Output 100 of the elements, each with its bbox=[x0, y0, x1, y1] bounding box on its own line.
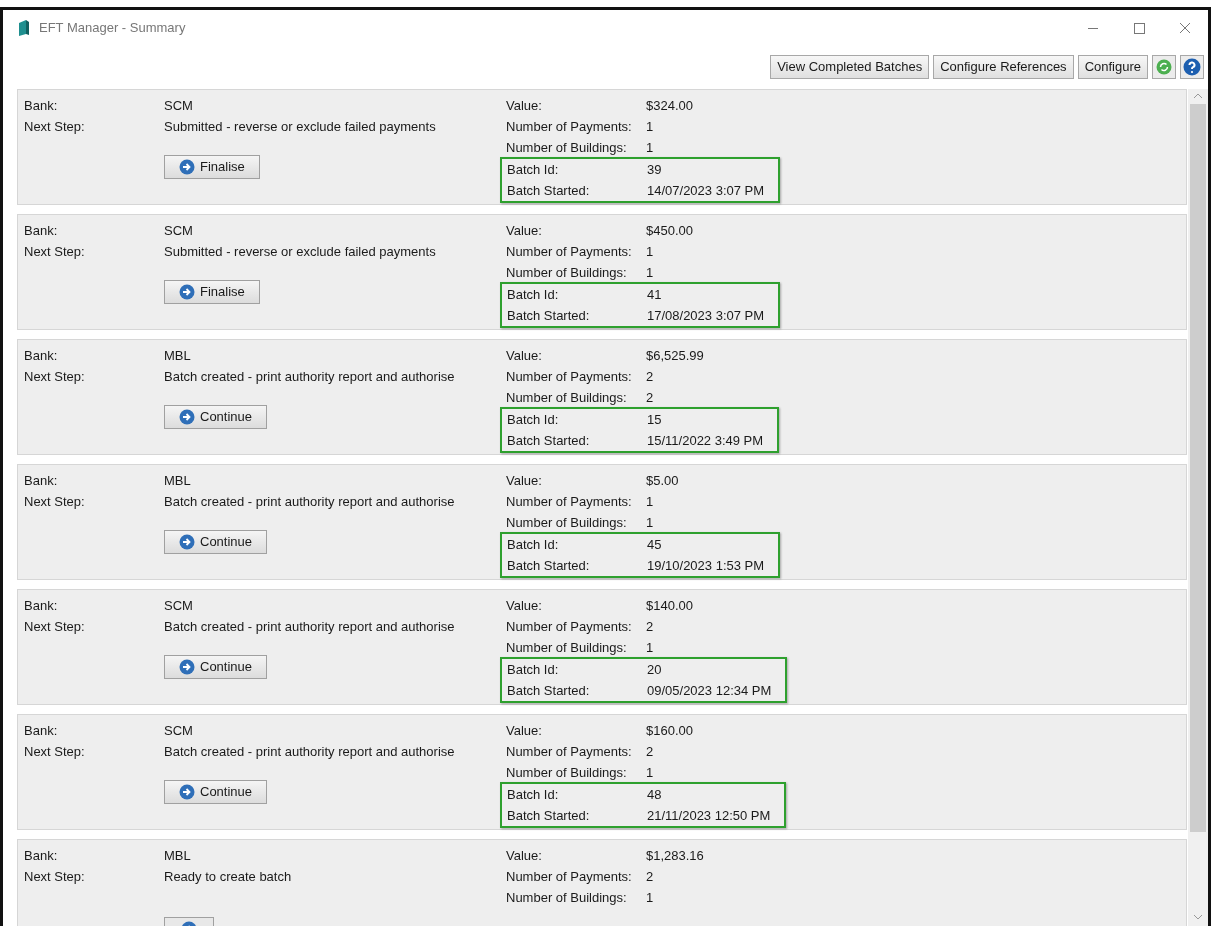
field-value: $450.00 bbox=[646, 221, 693, 240]
field-label: Number of Buildings: bbox=[506, 388, 628, 407]
field-label: Batch Id: bbox=[507, 410, 560, 429]
help-icon bbox=[1183, 57, 1201, 76]
refresh-button[interactable] bbox=[1152, 54, 1176, 79]
field-label: Next Step: bbox=[24, 617, 86, 636]
field-label: Value: bbox=[506, 471, 543, 490]
field-label: Batch Started: bbox=[507, 181, 591, 200]
scroll-up-icon[interactable] bbox=[1193, 91, 1203, 101]
field-label: Value: bbox=[506, 596, 543, 615]
field-label: Bank: bbox=[24, 721, 59, 740]
field-value: 2 bbox=[646, 617, 654, 636]
toolbar-button[interactable]: Configure References bbox=[933, 54, 1074, 79]
field-value: $6,525.99 bbox=[646, 346, 704, 365]
field-value: $1,283.16 bbox=[646, 846, 704, 865]
field-value: 41 bbox=[647, 285, 662, 304]
field-label: Batch Started: bbox=[507, 431, 591, 450]
field-value: $140.00 bbox=[646, 596, 693, 615]
field-label: Value: bbox=[506, 346, 543, 365]
field-value: SCM bbox=[164, 721, 193, 740]
field-label: Number of Payments: bbox=[506, 367, 633, 386]
action-button[interactable]: Continue bbox=[164, 405, 268, 429]
field-value: MBL bbox=[164, 846, 191, 865]
field-value: 1 bbox=[646, 263, 654, 282]
window-title: EFT Manager - Summary bbox=[39, 19, 186, 38]
field-value: Batch created - print authority report and authorise bbox=[164, 367, 455, 386]
field-value: SCM bbox=[164, 96, 193, 115]
field-label: Number of Buildings: bbox=[506, 138, 628, 157]
field-label: Next Step: bbox=[24, 242, 86, 261]
field-value: 1 bbox=[646, 492, 654, 511]
field-label: Number of Buildings: bbox=[506, 513, 628, 532]
field-label: Number of Buildings: bbox=[506, 638, 628, 657]
field-value: $324.00 bbox=[646, 96, 693, 115]
field-label: Number of Buildings: bbox=[506, 263, 628, 282]
help-button[interactable] bbox=[1180, 54, 1204, 79]
scroll-down-icon[interactable] bbox=[1193, 912, 1203, 922]
field-value: Submitted - reverse or exclude failed payments bbox=[164, 242, 436, 261]
field-label: Next Step: bbox=[24, 492, 86, 511]
field-value: Ready to create batch bbox=[164, 867, 292, 886]
field-label: Value: bbox=[506, 721, 543, 740]
field-value: 2 bbox=[646, 367, 654, 386]
scroll-thumb[interactable] bbox=[1190, 104, 1206, 832]
field-value: 09/05/2023 12:34 PM bbox=[647, 681, 772, 700]
field-value: 2 bbox=[646, 867, 654, 886]
action-button[interactable]: Finalise bbox=[164, 280, 260, 304]
field-label: Batch Id: bbox=[507, 660, 560, 679]
field-value: 1 bbox=[646, 513, 654, 532]
field-label: Value: bbox=[506, 846, 543, 865]
field-value: 14/07/2023 3:07 PM bbox=[647, 181, 765, 200]
field-value: 19/10/2023 1:53 PM bbox=[647, 556, 765, 575]
refresh-icon bbox=[1156, 58, 1172, 75]
action-button[interactable]: Continue bbox=[164, 655, 268, 679]
toolbar-button[interactable]: View Completed Batches bbox=[770, 54, 930, 79]
field-value: 45 bbox=[647, 535, 662, 554]
field-label: Bank: bbox=[24, 846, 59, 865]
field-value: 1 bbox=[646, 638, 654, 657]
toolbar-button[interactable]: Configure bbox=[1077, 54, 1148, 79]
field-label: Number of Payments: bbox=[506, 742, 633, 761]
field-value: $160.00 bbox=[646, 721, 693, 740]
action-button[interactable]: Finalise bbox=[164, 155, 260, 179]
field-label: Value: bbox=[506, 221, 543, 240]
field-value: Batch created - print authority report and authorise bbox=[164, 492, 455, 511]
field-value: 2 bbox=[646, 388, 654, 407]
field-label: Batch Started: bbox=[507, 556, 591, 575]
field-label: Bank: bbox=[24, 471, 59, 490]
field-value: SCM bbox=[164, 596, 193, 615]
field-value: 48 bbox=[647, 785, 662, 804]
field-value: SCM bbox=[164, 221, 193, 240]
field-label: Next Step: bbox=[24, 867, 86, 886]
field-label: Next Step: bbox=[24, 742, 86, 761]
scrollbar[interactable] bbox=[1188, 89, 1208, 926]
field-label: Value: bbox=[506, 96, 543, 115]
field-label: Number of Payments: bbox=[506, 867, 633, 886]
field-label: Batch Id: bbox=[507, 285, 560, 304]
field-label: Batch Id: bbox=[507, 785, 560, 804]
field-label: Number of Payments: bbox=[506, 117, 633, 136]
field-value: $5.00 bbox=[646, 471, 679, 490]
field-label: Batch Id: bbox=[507, 160, 560, 179]
field-label: Next Step: bbox=[24, 367, 86, 386]
field-value: 1 bbox=[646, 242, 654, 261]
field-label: Number of Payments: bbox=[506, 617, 633, 636]
action-button[interactable]: Continue bbox=[164, 780, 268, 804]
field-label: Batch Id: bbox=[507, 535, 560, 554]
field-label: Number of Buildings: bbox=[506, 763, 628, 782]
field-value: Submitted - reverse or exclude failed payments bbox=[164, 117, 436, 136]
field-value: Batch created - print authority report and authorise bbox=[164, 617, 455, 636]
action-button[interactable]: Continue bbox=[164, 530, 268, 554]
field-value: 17/08/2023 3:07 PM bbox=[647, 306, 765, 325]
field-label: Number of Payments: bbox=[506, 242, 633, 261]
field-label: Bank: bbox=[24, 346, 59, 365]
field-label: Next Step: bbox=[24, 117, 86, 136]
app-logo-icon bbox=[17, 19, 31, 37]
field-value: 1 bbox=[646, 117, 654, 136]
field-value: MBL bbox=[164, 346, 191, 365]
field-label: Bank: bbox=[24, 96, 59, 115]
field-value: 1 bbox=[646, 138, 654, 157]
field-label: Number of Buildings: bbox=[506, 888, 628, 907]
field-value: MBL bbox=[164, 471, 191, 490]
field-label: Number of Payments: bbox=[506, 492, 633, 511]
field-value: 20 bbox=[647, 660, 662, 679]
